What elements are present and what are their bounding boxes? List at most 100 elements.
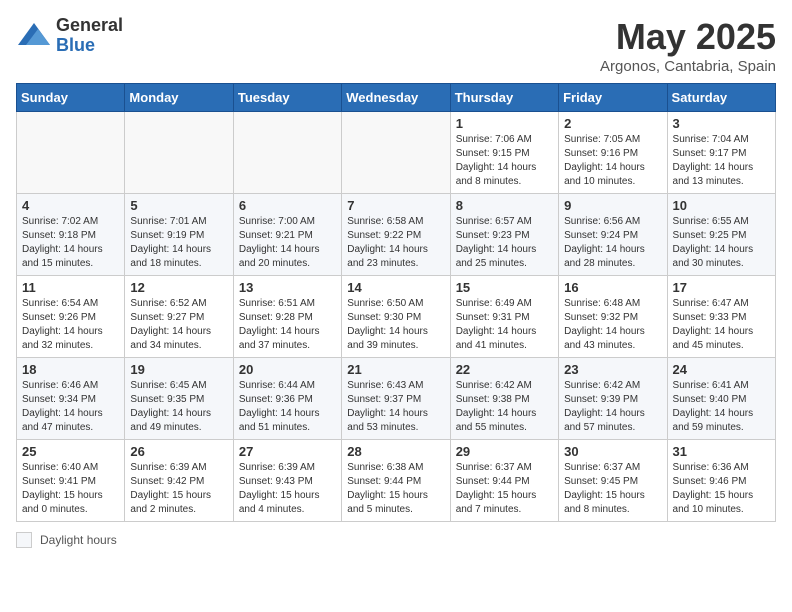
day-info: Sunrise: 7:05 AM Sunset: 9:16 PM Dayligh… [564, 133, 661, 189]
day-info: Sunrise: 6:55 AM Sunset: 9:25 PM Dayligh… [673, 215, 770, 271]
day-info: Sunrise: 6:49 AM Sunset: 9:31 PM Dayligh… [456, 297, 553, 353]
calendar-cell: 23Sunrise: 6:42 AM Sunset: 9:39 PM Dayli… [559, 358, 667, 440]
day-number: 17 [673, 280, 770, 295]
calendar-cell: 10 Sunrise: 6:55 AM Sunset: 9:25 PM Dayli… [667, 194, 775, 276]
calendar-cell: 4 Sunrise: 7:02 AM Sunset: 9:18 PM Daylig… [17, 194, 125, 276]
day-info: Sunrise: 6:42 AM Sunset: 9:38 PM Dayligh… [456, 379, 553, 435]
calendar-cell: 9 Sunrise: 6:56 AM Sunset: 9:24 PM Daylig… [559, 194, 667, 276]
month-title: May 2025 [600, 16, 776, 58]
calendar-cell [17, 112, 125, 194]
day-info: Sunrise: 6:54 AM Sunset: 9:26 PM Dayligh… [22, 297, 119, 353]
day-number: 1 [456, 116, 553, 131]
weekday-header-friday: Friday [559, 84, 667, 112]
day-number: 14 [347, 280, 444, 295]
logo-blue-text: Blue [56, 36, 123, 56]
day-number: 2 [564, 116, 661, 131]
weekday-header-saturday: Saturday [667, 84, 775, 112]
calendar-week-3: 11 Sunrise: 6:54 AM Sunset: 9:26 PM Dayli… [17, 276, 776, 358]
calendar-cell: 22 Sunrise: 6:42 AM Sunset: 9:38 PM Dayli… [450, 358, 558, 440]
day-number: 16 [564, 280, 661, 295]
calendar-week-2: 4 Sunrise: 7:02 AM Sunset: 9:18 PM Daylig… [17, 194, 776, 276]
day-number: 10 [673, 198, 770, 213]
day-number: 4 [22, 198, 119, 213]
day-number: 19 [130, 362, 227, 377]
day-info: Sunrise: 6:51 AM Sunset: 9:28 PM Dayligh… [239, 297, 336, 353]
page-header: General Blue May 2025 Argonos, Cantabria… [16, 16, 776, 75]
day-info: Sunrise: 6:58 AM Sunset: 9:22 PM Dayligh… [347, 215, 444, 271]
day-info: Sunrise: 7:04 AM Sunset: 9:17 PM Dayligh… [673, 133, 770, 189]
day-number: 26 [130, 444, 227, 459]
day-info: Sunrise: 6:42 AM Sunset: 9:39 PM Dayligh… [564, 379, 661, 435]
calendar-cell: 1 Sunrise: 7:06 AM Sunset: 9:15 PM Daylig… [450, 112, 558, 194]
day-info: Sunrise: 6:48 AM Sunset: 9:32 PM Dayligh… [564, 297, 661, 353]
calendar-cell: 17 Sunrise: 6:47 AM Sunset: 9:33 PM Dayli… [667, 276, 775, 358]
day-info: Sunrise: 6:56 AM Sunset: 9:24 PM Dayligh… [564, 215, 661, 271]
day-number: 22 [456, 362, 553, 377]
day-number: 13 [239, 280, 336, 295]
calendar-cell: 28Sunrise: 6:38 AM Sunset: 9:44 PM Dayli… [342, 440, 450, 522]
day-info: Sunrise: 7:01 AM Sunset: 9:19 PM Dayligh… [130, 215, 227, 271]
day-number: 27 [239, 444, 336, 459]
logo-icon [16, 21, 52, 51]
day-info: Sunrise: 6:47 AM Sunset: 9:33 PM Dayligh… [673, 297, 770, 353]
calendar-cell: 7 Sunrise: 6:58 AM Sunset: 9:22 PM Daylig… [342, 194, 450, 276]
calendar-cell: 31Sunrise: 6:36 AM Sunset: 9:46 PM Dayli… [667, 440, 775, 522]
day-info: Sunrise: 7:06 AM Sunset: 9:15 PM Dayligh… [456, 133, 553, 189]
calendar-cell: 6 Sunrise: 7:00 AM Sunset: 9:21 PM Daylig… [233, 194, 341, 276]
day-info: Sunrise: 6:44 AM Sunset: 9:36 PM Dayligh… [239, 379, 336, 435]
day-number: 28 [347, 444, 444, 459]
calendar-week-4: 18Sunrise: 6:46 AM Sunset: 9:34 PM Dayli… [17, 358, 776, 440]
day-number: 29 [456, 444, 553, 459]
day-info: Sunrise: 6:40 AM Sunset: 9:41 PM Dayligh… [22, 461, 119, 517]
day-info: Sunrise: 7:02 AM Sunset: 9:18 PM Dayligh… [22, 215, 119, 271]
day-info: Sunrise: 6:57 AM Sunset: 9:23 PM Dayligh… [456, 215, 553, 271]
calendar-cell: 26 Sunrise: 6:39 AM Sunset: 9:42 PM Dayli… [125, 440, 233, 522]
day-number: 5 [130, 198, 227, 213]
day-info: Sunrise: 6:39 AM Sunset: 9:42 PM Dayligh… [130, 461, 227, 517]
calendar-cell: 15 Sunrise: 6:49 AM Sunset: 9:31 PM Dayli… [450, 276, 558, 358]
calendar-cell: 3 Sunrise: 7:04 AM Sunset: 9:17 PM Daylig… [667, 112, 775, 194]
day-info: Sunrise: 6:43 AM Sunset: 9:37 PM Dayligh… [347, 379, 444, 435]
legend-label: Daylight hours [40, 533, 117, 547]
weekday-header-row: SundayMondayTuesdayWednesdayThursdayFrid… [17, 84, 776, 112]
calendar-cell [342, 112, 450, 194]
calendar-cell: 19 Sunrise: 6:45 AM Sunset: 9:35 PM Dayli… [125, 358, 233, 440]
calendar-cell: 18Sunrise: 6:46 AM Sunset: 9:34 PM Dayli… [17, 358, 125, 440]
calendar-cell: 11 Sunrise: 6:54 AM Sunset: 9:26 PM Dayli… [17, 276, 125, 358]
day-number: 12 [130, 280, 227, 295]
day-info: Sunrise: 6:37 AM Sunset: 9:45 PM Dayligh… [564, 461, 661, 517]
day-info: Sunrise: 6:36 AM Sunset: 9:46 PM Dayligh… [673, 461, 770, 517]
day-number: 7 [347, 198, 444, 213]
day-number: 3 [673, 116, 770, 131]
day-number: 18 [22, 362, 119, 377]
day-info: Sunrise: 7:00 AM Sunset: 9:21 PM Dayligh… [239, 215, 336, 271]
day-number: 6 [239, 198, 336, 213]
legend: Daylight hours [16, 532, 776, 548]
title-block: May 2025 Argonos, Cantabria, Spain [600, 16, 776, 75]
calendar-cell: 12 Sunrise: 6:52 AM Sunset: 9:27 PM Dayli… [125, 276, 233, 358]
calendar-cell: 2 Sunrise: 7:05 AM Sunset: 9:16 PM Daylig… [559, 112, 667, 194]
day-number: 9 [564, 198, 661, 213]
calendar-cell: 14 Sunrise: 6:50 AM Sunset: 9:30 PM Dayli… [342, 276, 450, 358]
calendar-cell: 20 Sunrise: 6:44 AM Sunset: 9:36 PM Dayli… [233, 358, 341, 440]
day-info: Sunrise: 6:52 AM Sunset: 9:27 PM Dayligh… [130, 297, 227, 353]
calendar-week-5: 25 Sunrise: 6:40 AM Sunset: 9:41 PM Dayli… [17, 440, 776, 522]
weekday-header-sunday: Sunday [17, 84, 125, 112]
calendar-cell: 5 Sunrise: 7:01 AM Sunset: 9:19 PM Daylig… [125, 194, 233, 276]
day-info: Sunrise: 6:37 AM Sunset: 9:44 PM Dayligh… [456, 461, 553, 517]
day-number: 15 [456, 280, 553, 295]
day-number: 8 [456, 198, 553, 213]
calendar-cell: 29 Sunrise: 6:37 AM Sunset: 9:44 PM Dayli… [450, 440, 558, 522]
logo-general-text: General [56, 16, 123, 36]
calendar-cell: 8 Sunrise: 6:57 AM Sunset: 9:23 PM Daylig… [450, 194, 558, 276]
logo: General Blue [16, 16, 123, 56]
calendar-cell: 13 Sunrise: 6:51 AM Sunset: 9:28 PM Dayli… [233, 276, 341, 358]
day-info: Sunrise: 6:45 AM Sunset: 9:35 PM Dayligh… [130, 379, 227, 435]
calendar-cell: 21Sunrise: 6:43 AM Sunset: 9:37 PM Dayli… [342, 358, 450, 440]
day-number: 20 [239, 362, 336, 377]
calendar-cell: 25 Sunrise: 6:40 AM Sunset: 9:41 PM Dayli… [17, 440, 125, 522]
day-number: 25 [22, 444, 119, 459]
day-number: 11 [22, 280, 119, 295]
calendar-cell: 30Sunrise: 6:37 AM Sunset: 9:45 PM Dayli… [559, 440, 667, 522]
day-info: Sunrise: 6:50 AM Sunset: 9:30 PM Dayligh… [347, 297, 444, 353]
